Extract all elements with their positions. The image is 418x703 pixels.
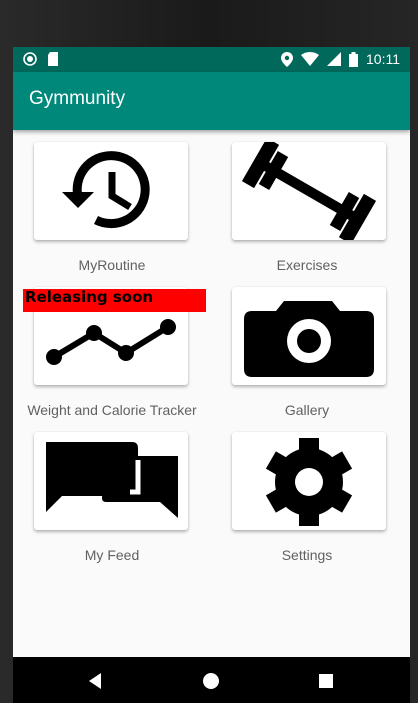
history-icon (62, 151, 150, 229)
gear-icon (265, 438, 353, 526)
chat-icon (46, 442, 178, 518)
releasing-soon-badge: Releasing soon (23, 289, 206, 312)
signal-icon (327, 52, 341, 66)
tile-label: My Feed (84, 547, 140, 563)
screen: 10:11 Gymmunity MyRoutine Exercises Weig… (13, 47, 410, 657)
recent-apps-icon[interactable] (316, 671, 336, 691)
tile-gallery[interactable]: Gallery (212, 275, 402, 418)
wifi-icon (301, 52, 319, 66)
battery-icon (349, 51, 358, 67)
menu-grid: MyRoutine Exercises Weight and Calorie T… (13, 130, 410, 657)
tile-myroutine[interactable]: MyRoutine (17, 130, 207, 273)
status-bar: 10:11 (13, 47, 410, 72)
home-icon[interactable] (201, 671, 221, 691)
barbell-icon (241, 142, 377, 240)
tile-label: Settings (281, 547, 333, 563)
gallery-card[interactable] (232, 287, 386, 385)
tile-exercises[interactable]: Exercises (212, 130, 402, 273)
tile-label: MyRoutine (78, 257, 146, 273)
location-icon (281, 51, 293, 67)
camera-icon (244, 301, 374, 377)
back-icon[interactable] (85, 671, 105, 691)
navigation-bar (13, 657, 410, 703)
myroutine-card[interactable] (34, 142, 188, 240)
record-icon (23, 52, 37, 66)
app-bar: Gymmunity (13, 72, 410, 130)
tile-label: Exercises (276, 257, 338, 273)
exercises-card[interactable] (232, 142, 386, 240)
feed-card[interactable] (34, 432, 188, 530)
tile-label: Gallery (284, 402, 330, 418)
tile-settings[interactable]: Settings (212, 420, 402, 563)
settings-card[interactable] (232, 432, 386, 530)
tile-label: Weight and Calorie Tracker (27, 402, 197, 418)
app-title: Gymmunity (29, 88, 126, 109)
tile-my-feed[interactable]: My Feed (17, 420, 207, 563)
status-time: 10:11 (366, 51, 400, 67)
sd-card-icon (48, 52, 58, 66)
